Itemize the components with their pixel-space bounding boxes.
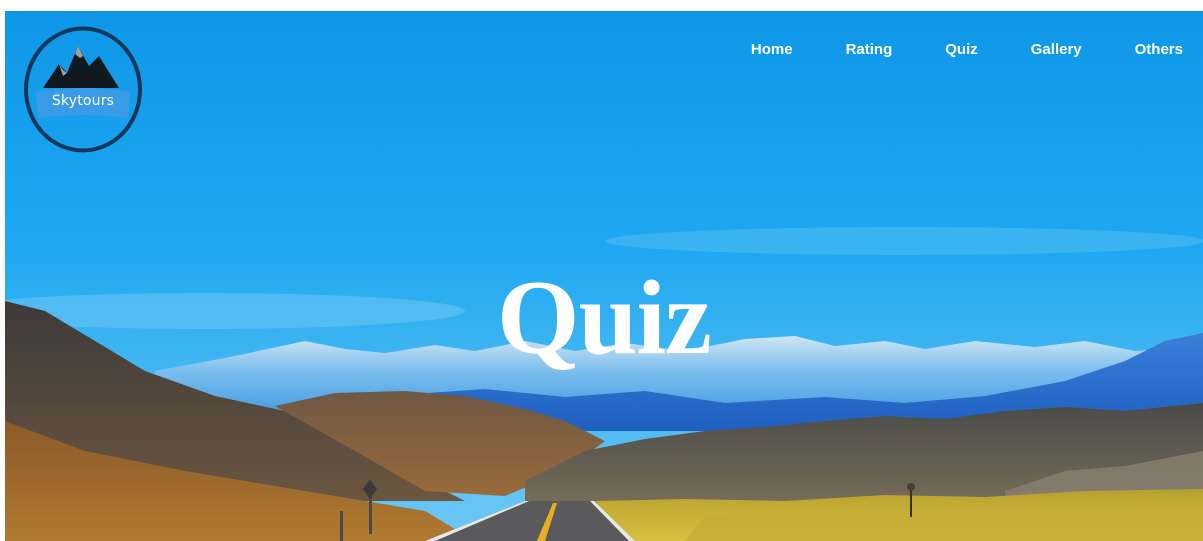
- nav-item-gallery[interactable]: Gallery: [1031, 41, 1082, 58]
- nav-item-home[interactable]: Home: [751, 41, 793, 58]
- hero-title: Quiz: [497, 259, 712, 376]
- nav-item-others[interactable]: Others: [1135, 41, 1183, 58]
- nav-item-quiz[interactable]: Quiz: [945, 41, 978, 58]
- hero-banner: Skytours Home Rating Quiz Gallery Others…: [5, 11, 1203, 541]
- nav-item-rating[interactable]: Rating: [846, 41, 893, 58]
- main-nav: Home Rating Quiz Gallery Others: [751, 39, 1183, 59]
- skytours-logo[interactable]: Skytours: [23, 26, 143, 153]
- brand-name: Skytours: [51, 93, 115, 109]
- mountain-logo-icon: [24, 26, 142, 153]
- page: Skytours Home Rating Quiz Gallery Others…: [0, 0, 1203, 541]
